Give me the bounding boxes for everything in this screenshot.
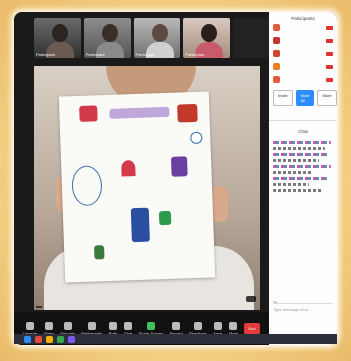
record-icon	[172, 321, 181, 330]
muted-icon	[326, 77, 333, 82]
people-icon	[87, 321, 96, 330]
apps-icon	[213, 321, 222, 330]
more-button[interactable]: More	[317, 90, 337, 106]
participant-row[interactable]	[269, 21, 337, 34]
drawing-person	[130, 207, 150, 243]
avatar	[273, 50, 280, 57]
speaker-label	[36, 306, 42, 308]
chat-messages	[269, 134, 337, 199]
participant-row[interactable]	[269, 34, 337, 47]
chat-input[interactable]: Type message here...	[273, 303, 333, 321]
chat-message	[273, 189, 323, 192]
os-taskbar	[14, 334, 337, 344]
gallery-tile[interactable]: Participant	[83, 18, 131, 58]
drawing-figure	[170, 156, 188, 177]
side-panel: Participants Invite Mute All More Chat T…	[269, 12, 337, 345]
video-area: Participant Participant Participant Part…	[14, 12, 270, 345]
share-screen-icon	[146, 321, 155, 330]
gallery-tile[interactable]: Participant	[133, 18, 181, 58]
app-icon[interactable]	[35, 335, 42, 343]
camera-icon	[44, 321, 53, 330]
chat-message	[273, 171, 313, 174]
chat-message	[273, 177, 327, 180]
app-icon[interactable]	[24, 335, 31, 343]
participant-row[interactable]	[269, 60, 337, 73]
app-icon[interactable]	[68, 335, 75, 343]
app-icon[interactable]	[57, 335, 64, 343]
tile-name: Participant	[185, 52, 205, 57]
speaker-hint	[246, 296, 256, 302]
chat-icon	[124, 321, 133, 330]
drawing-snowman	[71, 165, 103, 207]
tile-name: Participant	[36, 52, 55, 57]
invite-button[interactable]: Invite	[273, 90, 293, 106]
participant-row[interactable]	[269, 47, 337, 60]
tile-name: Participant	[85, 52, 105, 57]
chat-message	[273, 153, 329, 156]
avatar	[273, 24, 280, 31]
drawing-paper	[58, 91, 216, 283]
chat-message	[273, 183, 309, 186]
poll-icon	[108, 321, 117, 330]
drawing-snowflake	[190, 131, 203, 145]
chat-title: Chat	[269, 120, 337, 134]
drawing-reindeer	[177, 103, 198, 123]
chat-message	[273, 159, 319, 162]
chat-message	[273, 141, 331, 144]
meeting-window: Participant Participant Participant Part…	[14, 12, 337, 345]
muted-icon	[326, 51, 333, 56]
participant-row[interactable]	[269, 73, 337, 86]
participant-actions: Invite Mute All More	[269, 86, 337, 110]
avatar	[273, 37, 280, 44]
chat-message	[273, 147, 325, 150]
chat-message	[273, 165, 331, 168]
active-speaker-video	[34, 66, 260, 310]
drawing-hat	[121, 160, 136, 177]
gallery-strip: Participant Participant Participant Part…	[14, 18, 270, 64]
shield-icon	[63, 321, 72, 330]
drawing-tree	[94, 245, 105, 260]
drawing-title	[109, 106, 170, 119]
avatar	[273, 63, 280, 70]
mute-all-button[interactable]: Mute All	[295, 90, 315, 106]
gallery-tile[interactable]: Participant	[34, 18, 81, 58]
muted-icon	[326, 64, 333, 69]
app-icon[interactable]	[46, 335, 53, 343]
drawing-santa	[79, 105, 98, 122]
gallery-scroll[interactable]	[233, 18, 270, 58]
tile-name: Participant	[135, 52, 155, 57]
end-button[interactable]: End	[244, 323, 260, 334]
participants-title: Participants	[291, 16, 315, 21]
smile-icon	[193, 321, 202, 330]
drawing-mitten	[158, 210, 172, 226]
avatar	[273, 76, 280, 83]
more-icon	[229, 321, 238, 330]
muted-icon	[326, 38, 333, 43]
microphone-icon	[26, 321, 35, 330]
muted-icon	[326, 25, 333, 30]
gallery-tile[interactable]: Participant	[183, 18, 231, 58]
